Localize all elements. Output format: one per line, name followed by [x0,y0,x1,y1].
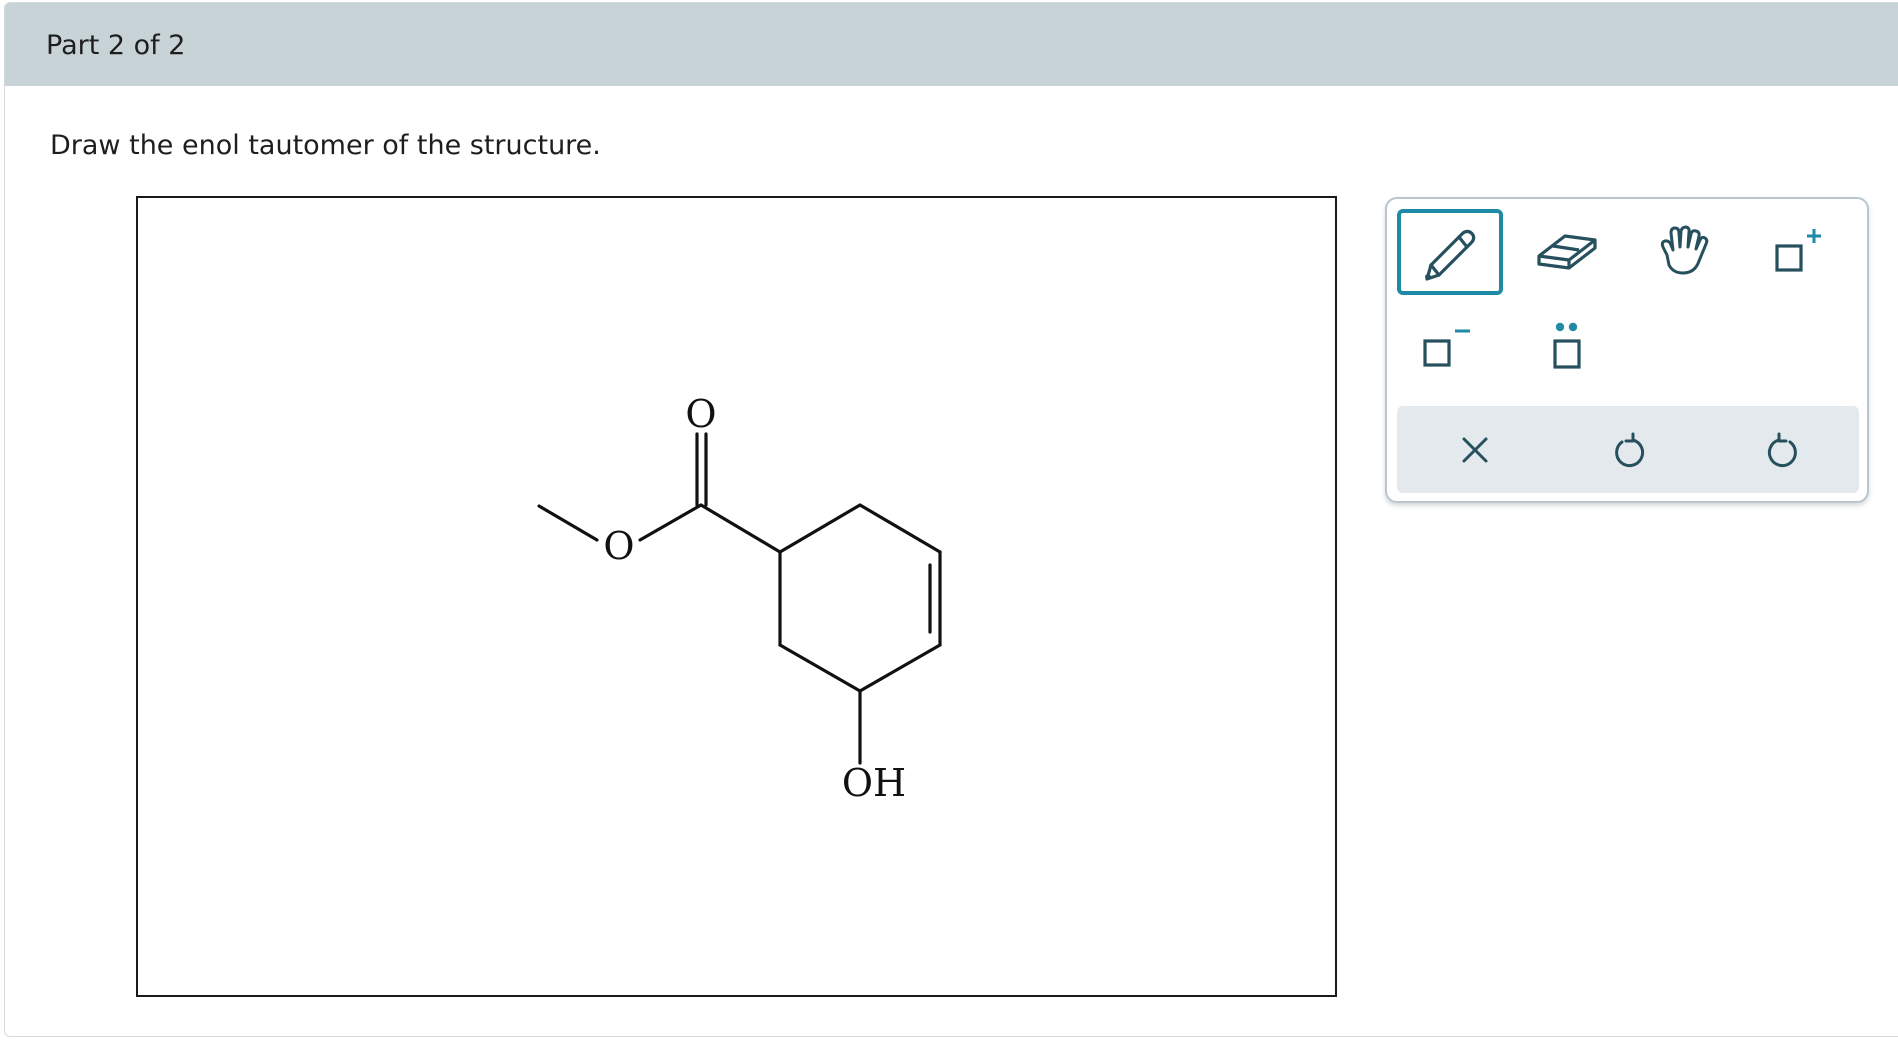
action-bar [1397,406,1859,493]
bond-methyl-o [537,504,599,542]
hand-tool[interactable] [1633,212,1733,292]
add-positive-charge-icon [1775,229,1821,272]
lone-pair-tool[interactable] [1517,307,1617,387]
molecule-structure: O O OH [537,392,942,805]
drawing-toolbox [1385,197,1869,503]
positive-charge-tool[interactable] [1749,212,1849,292]
ring-bond-1 [778,503,862,554]
bond-carbonyl-ring [699,503,782,554]
ester-oxygen-label: O [603,524,634,568]
eraser-tool[interactable] [1517,212,1617,292]
add-lone-pair-icon [1553,322,1581,369]
clear-button[interactable] [1425,406,1525,493]
hand-icon [1660,225,1709,275]
redo-button[interactable] [1733,406,1833,493]
add-negative-charge-icon [1423,329,1470,367]
ring-bond-4 [858,643,942,693]
pencil-icon [1425,229,1476,281]
carbonyl-oxygen-label: O [685,392,716,436]
question-prompt: Draw the enol tautomer of the structure. [50,130,601,161]
redo-icon [1767,432,1797,467]
undo-button[interactable] [1579,406,1679,493]
clear-icon [1462,437,1488,462]
drawing-canvas[interactable]: O O OH [136,196,1337,997]
ring-bond-2 [858,503,942,554]
ring-bond-5 [778,643,862,693]
part-header: Part 2 of 2 [5,3,1898,86]
part-title: Part 2 of 2 [46,30,186,61]
undo-icon [1615,432,1645,467]
bond-o-carbonyl [638,503,703,542]
hydroxyl-label: OH [842,761,906,805]
question-panel: Part 2 of 2 Draw the enol tautomer of th… [4,2,1898,1037]
pencil-tool[interactable] [1397,209,1503,295]
negative-charge-tool[interactable] [1397,307,1497,387]
eraser-icon [1537,234,1597,270]
